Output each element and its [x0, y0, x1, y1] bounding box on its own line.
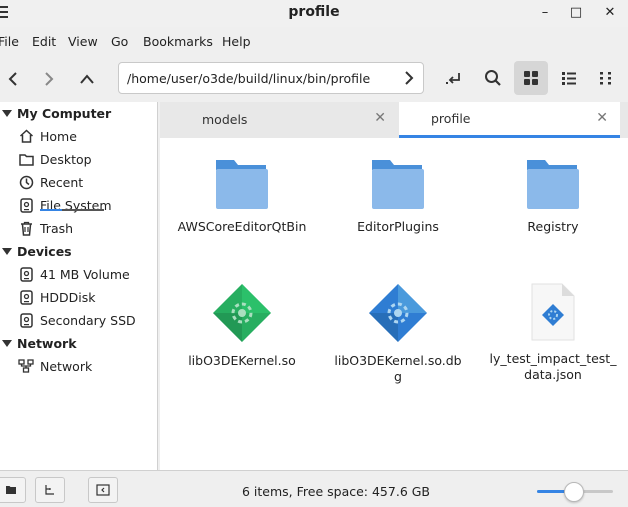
zoom-slider-handle[interactable] [564, 482, 585, 502]
shared-library-icon [213, 284, 271, 342]
tab-bar: models ✕ profile ✕ [160, 102, 628, 138]
expand-triangle-icon [2, 340, 12, 347]
home-icon [18, 128, 34, 144]
close-button[interactable]: ✕ [601, 4, 619, 22]
search-button[interactable] [476, 61, 510, 95]
sidebar-item-file-system[interactable]: File System [18, 195, 112, 215]
location-path: /home/user/o3de/build/linux/bin/profile [127, 71, 371, 86]
sidebar-item-network[interactable]: Network [18, 356, 92, 376]
menu-go[interactable]: Go [111, 34, 128, 49]
chevron-up-icon [80, 74, 94, 84]
drive-icon [18, 312, 34, 328]
up-button[interactable] [72, 64, 102, 94]
sidebar-item-trash[interactable]: Trash [18, 218, 73, 238]
sidebar-item-desktop[interactable]: Desktop [18, 149, 92, 169]
network-icon [18, 358, 34, 374]
debug-library-icon [369, 284, 427, 342]
maximize-button[interactable]: □ [567, 4, 585, 22]
compact-view-icon [600, 72, 611, 85]
show-treeview-button[interactable] [35, 477, 65, 503]
places-icon [6, 486, 16, 494]
sidebar-item-recent[interactable]: Recent [18, 172, 83, 192]
tab-models[interactable]: models ✕ [160, 102, 398, 136]
json-file-icon [531, 283, 575, 341]
location-toggle-icon [446, 73, 460, 84]
menu-edit[interactable]: Edit [32, 34, 56, 49]
compact-view-button[interactable] [590, 61, 624, 95]
drive-icon [18, 289, 34, 305]
close-icon[interactable]: ✕ [374, 110, 386, 126]
list-view-icon [562, 72, 576, 85]
sidebar-toggle-icon [96, 484, 110, 496]
sidebar-item-41mb-volume[interactable]: 41 MB Volume [18, 264, 130, 284]
sidebar-item-home[interactable]: Home [18, 126, 77, 146]
tree-view-icon [45, 485, 54, 495]
expand-triangle-icon [2, 248, 12, 255]
sidebar-item-secondary-ssd[interactable]: Secondary SSD [18, 310, 136, 330]
toggle-location-button[interactable] [437, 61, 471, 95]
expand-triangle-icon [2, 110, 12, 117]
toggle-sidebar-button[interactable] [88, 477, 118, 503]
sidebar-item-hdddisk[interactable]: HDDDisk [18, 287, 96, 307]
status-text: 6 items, Free space: 457.6 GB [242, 484, 431, 499]
location-bar[interactable]: /home/user/o3de/build/linux/bin/profile [118, 62, 424, 94]
drive-icon [18, 197, 34, 213]
sidebar-section-devices[interactable]: Devices [0, 244, 72, 259]
folder-icon [372, 160, 424, 209]
file-item-json[interactable]: ly_test_impact_test_data.json [488, 282, 618, 383]
statusbar: 6 items, Free space: 457.6 GB [0, 470, 628, 507]
menu-bookmarks[interactable]: Bookmarks [143, 34, 213, 49]
menu-help[interactable]: Help [222, 34, 251, 49]
file-item-debug-library[interactable]: libO3DEKernel.so.dbg [333, 282, 463, 385]
sidebar: My Computer Home Desktop Recent File Sys… [0, 102, 158, 470]
menu-view[interactable]: View [68, 34, 98, 49]
titlebar: profile – □ ✕ [0, 0, 628, 27]
menu-file[interactable]: File [0, 34, 19, 49]
close-icon[interactable]: ✕ [596, 110, 608, 126]
toolbar: /home/user/o3de/build/linux/bin/profile [0, 58, 628, 98]
drive-icon [18, 266, 34, 282]
grid-view-icon [524, 71, 538, 85]
sidebar-section-my-computer[interactable]: My Computer [0, 106, 111, 121]
file-view: AWSCoreEditorQtBin EditorPlugins Registr… [160, 138, 628, 470]
file-item-folder[interactable]: AWSCoreEditorQtBin [177, 156, 307, 235]
chevron-left-icon [8, 72, 17, 86]
file-system-focus-indicator [40, 209, 62, 211]
search-icon [485, 70, 501, 86]
recent-icon [18, 174, 34, 190]
minimize-button[interactable]: – [536, 4, 554, 22]
file-item-folder[interactable]: EditorPlugins [333, 156, 463, 235]
show-places-button[interactable] [0, 477, 26, 503]
sidebar-section-network[interactable]: Network [0, 336, 77, 351]
menubar: File Edit View Go Bookmarks Help [0, 30, 628, 54]
forward-button[interactable] [34, 64, 64, 94]
trash-icon [18, 220, 34, 236]
list-view-button[interactable] [552, 61, 586, 95]
icon-view-button[interactable] [514, 61, 548, 95]
back-button[interactable] [0, 64, 28, 94]
chevron-right-icon [45, 72, 54, 86]
chevron-right-icon[interactable] [403, 70, 415, 86]
file-item-folder[interactable]: Registry [488, 156, 618, 235]
window-title: profile [288, 4, 340, 20]
file-item-library[interactable]: libO3DEKernel.so [177, 282, 307, 369]
desktop-icon [18, 151, 34, 167]
folder-icon [216, 160, 268, 209]
tab-profile[interactable]: profile ✕ [399, 102, 620, 138]
folder-icon [527, 160, 579, 209]
